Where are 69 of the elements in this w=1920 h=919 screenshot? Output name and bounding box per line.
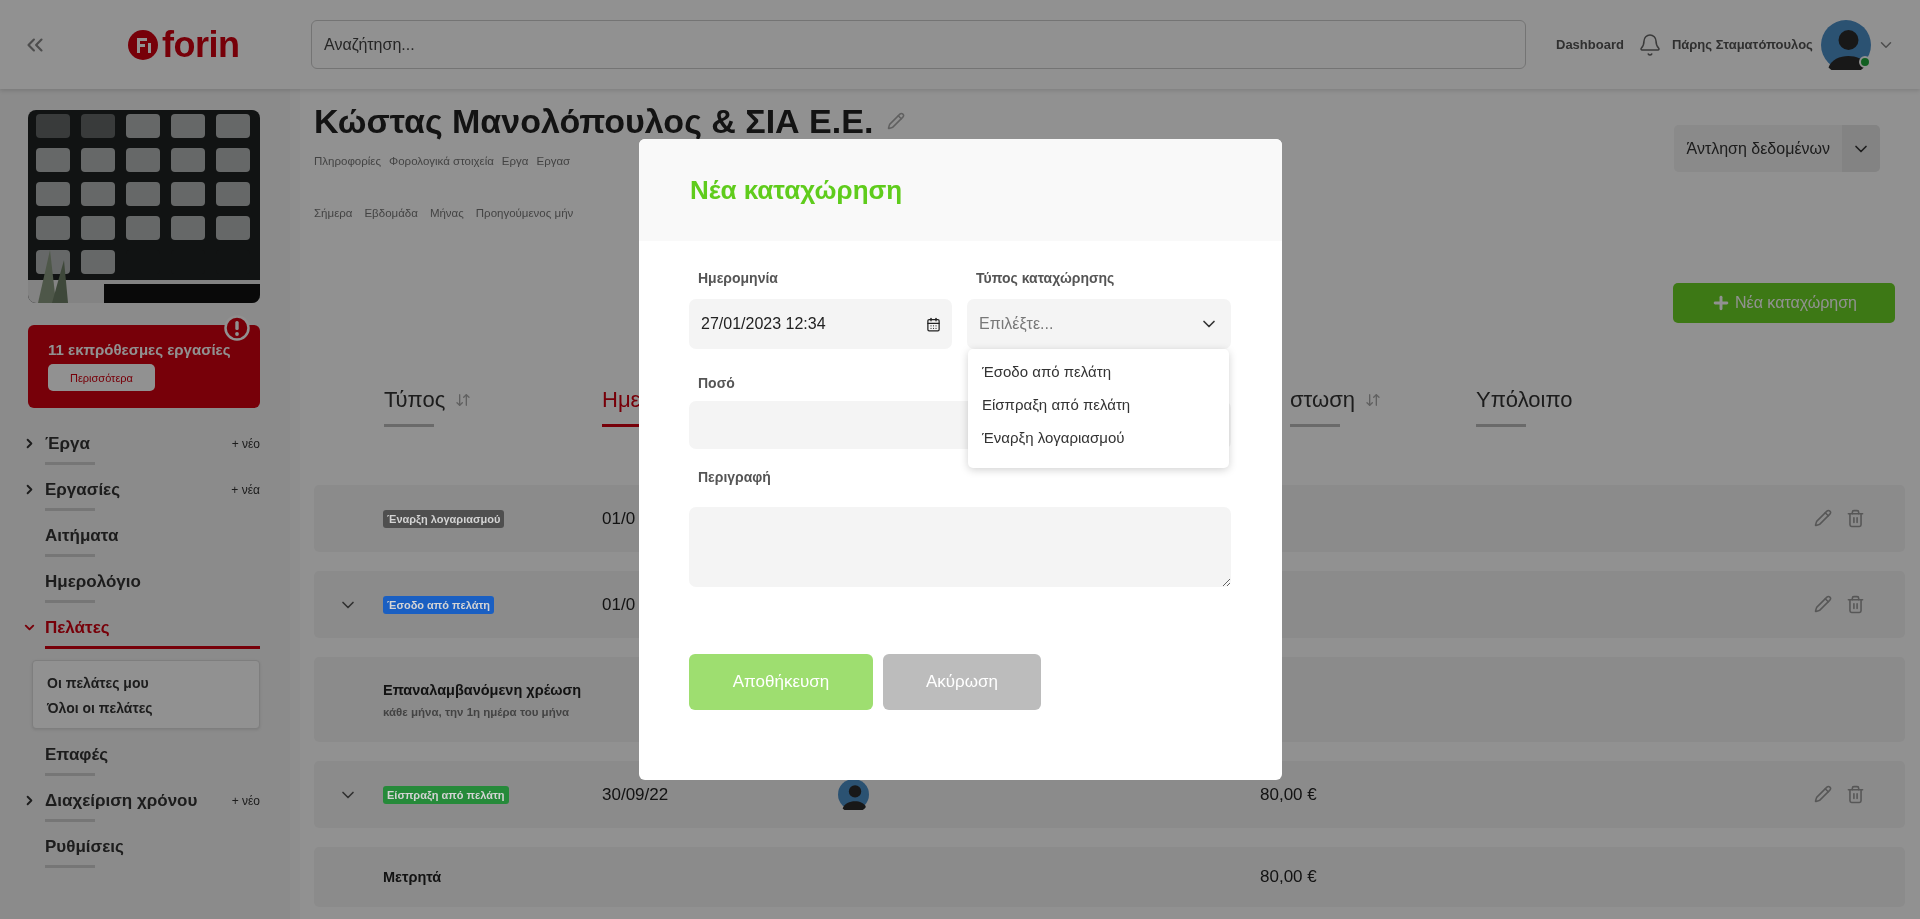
type-tag: Έσοδο από πελάτη	[383, 595, 495, 614]
add-new-link[interactable]: + νέο	[231, 794, 260, 808]
recurring-schedule: κάθε μήνα, την 1η ημέρα του μήνα	[383, 705, 570, 718]
add-new-link[interactable]: + νέο	[231, 437, 260, 451]
section-tab[interactable]: Εργα	[501, 155, 529, 167]
field-label: Ημερομηνία	[697, 269, 778, 288]
delete-trash-icon[interactable]	[1846, 509, 1865, 528]
sidebar-item[interactable]: Επαφές	[45, 745, 260, 765]
entry-date: 30/09/22	[602, 784, 670, 805]
entry-amount: 80,00 €	[1260, 784, 1317, 804]
entry-date: 01/0	[602, 594, 637, 615]
type-tag: Έναρξη λογαριασμού	[383, 509, 505, 528]
client-title: Κώστας Μανολόπουλος & ΣΙΑ Ε.Ε.	[314, 101, 874, 141]
dropdown-option[interactable]: Έναρξη λογαριασμού	[968, 427, 1229, 460]
payment-method: Μετρητά	[383, 869, 442, 885]
type-tag: Είσπραξη από πελάτη	[383, 785, 509, 804]
period-filter[interactable]: Σήμερα	[314, 207, 353, 219]
column-header[interactable]: Ημε	[602, 387, 641, 413]
type-select[interactable]: Επιλέξτε...	[967, 299, 1231, 349]
period-filter[interactable]: Προηγούμενος μήν	[475, 207, 574, 219]
user-avatar	[1820, 19, 1871, 70]
add-new-link[interactable]: + νέα	[231, 483, 260, 497]
section-tab[interactable]: Εργασ	[536, 155, 571, 167]
field-label: Τύπος καταχώρησης	[975, 269, 1115, 288]
logo: forin	[162, 23, 240, 66]
edit-pencil-icon[interactable]	[1814, 785, 1832, 804]
sort-icon[interactable]	[455, 392, 472, 408]
user-name: Πάρης Σταματόπουλος	[1671, 37, 1813, 52]
plus-icon	[1711, 293, 1731, 313]
date-field[interactable]: 27/01/2023 12:34	[689, 299, 952, 349]
edit-pencil-icon[interactable]	[1814, 509, 1832, 528]
column-header[interactable]: Υπόλοιπο	[1476, 387, 1573, 413]
sort-icon[interactable]	[1364, 392, 1381, 408]
submenu-item[interactable]: Οι πελάτες μου	[47, 675, 245, 691]
delete-trash-icon[interactable]	[1846, 595, 1865, 614]
logo-icon	[128, 29, 158, 60]
sidebar-item[interactable]: Ρυθμίσεις	[45, 837, 260, 857]
entry-date: 01/0	[602, 508, 637, 529]
overdue-tasks-text: 11 εκπρόθεσμες εργασίες	[48, 341, 232, 358]
column-header[interactable]: Τύπος	[384, 387, 446, 413]
sidebar-item[interactable]: Έργα	[45, 434, 232, 454]
column-header[interactable]: στωση	[1290, 387, 1355, 413]
field-label: Ποσό	[697, 374, 735, 393]
dashboard-link[interactable]: Dashboard	[1556, 37, 1624, 52]
notifications-bell-icon[interactable]	[1637, 32, 1662, 57]
user-avatar	[838, 779, 869, 810]
search-field[interactable]: Αναζήτηση...	[311, 20, 1526, 69]
dropdown-option[interactable]: Έσοδο από πελάτη	[968, 361, 1229, 394]
recurring-title: Επαναλαμβανόμενη χρέωση	[383, 681, 582, 698]
delete-trash-icon[interactable]	[1846, 785, 1865, 804]
field-label: Περιγραφή	[697, 468, 771, 487]
submenu-item[interactable]: Όλοι οι πελάτες	[47, 700, 245, 716]
sidebar-item[interactable]: Ημερολόγιο	[45, 572, 260, 592]
sidebar-item[interactable]: Διαχείριση χρόνου	[45, 791, 232, 811]
more-button[interactable]: Περισσότερα	[48, 364, 155, 391]
entry-amount: 80,00 €	[1260, 867, 1318, 887]
description-field[interactable]	[689, 507, 1231, 587]
section-tab[interactable]: Φορολογικά στοιχεία	[389, 155, 494, 167]
calendar-icon[interactable]	[926, 316, 941, 332]
edit-pencil-icon[interactable]	[887, 112, 906, 130]
period-filter[interactable]: Μήνας	[429, 207, 464, 219]
sidebar-item[interactable]: Αιτήματα	[45, 526, 260, 546]
section-tab[interactable]: Πληροφορίες	[314, 155, 381, 167]
edit-pencil-icon[interactable]	[1814, 595, 1832, 614]
sidebar-item[interactable]: Εργασίες	[45, 480, 232, 500]
dialog-title: Νέα καταχώρηση	[690, 174, 903, 206]
period-filter[interactable]: Εβδομάδα	[364, 207, 418, 219]
sidebar-item[interactable]: Πελάτες	[45, 618, 260, 638]
dropdown-option[interactable]: Είσπραξη από πελάτη	[968, 394, 1229, 427]
